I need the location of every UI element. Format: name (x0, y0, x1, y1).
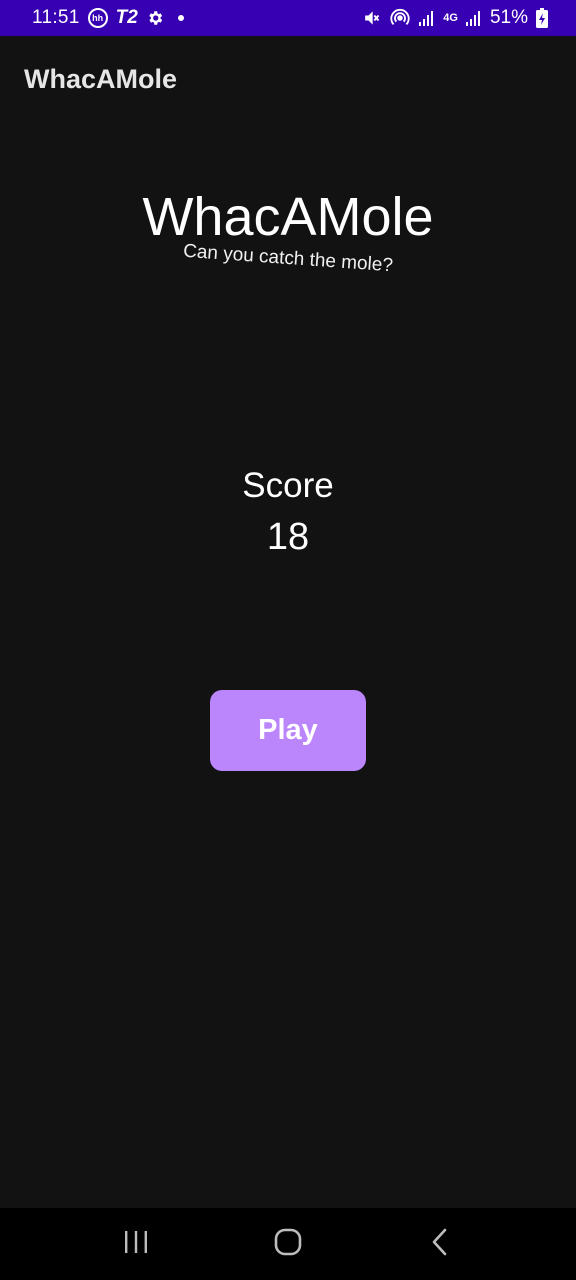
play-button[interactable]: Play (210, 690, 366, 771)
status-bar: 11:51 hh T2 4G 51% (0, 0, 576, 36)
status-bar-left: 11:51 hh T2 (32, 7, 184, 29)
battery-percent: 51% (489, 7, 528, 28)
dot-icon (177, 15, 184, 21)
signal-icon (419, 9, 435, 27)
hh-icon: hh (87, 8, 108, 28)
gear-icon (146, 9, 164, 27)
nav-bar (0, 1208, 576, 1280)
recents-icon (123, 1230, 149, 1259)
t2-icon: T2 (115, 7, 138, 28)
data-4g-icon: 4G (443, 12, 458, 24)
recents-button[interactable] (106, 1214, 166, 1274)
battery-charging-icon (536, 8, 548, 28)
home-icon (274, 1228, 302, 1261)
back-icon (431, 1228, 449, 1261)
mute-icon (361, 8, 381, 28)
hotspot-icon (389, 7, 411, 29)
status-time: 11:51 (32, 7, 80, 28)
score-label: Score (242, 466, 334, 505)
score-value: 18 (266, 516, 310, 558)
app-bar: WhacAMole (0, 36, 576, 122)
screen: 11:51 hh T2 4G 51% WhacAMole WhacAMole C… (0, 0, 576, 1280)
back-button[interactable] (410, 1214, 470, 1274)
home-button[interactable] (258, 1214, 318, 1274)
app-bar-title: WhacAMole (24, 63, 178, 94)
status-bar-right: 4G 51% (361, 7, 548, 29)
signal-icon (465, 9, 482, 27)
